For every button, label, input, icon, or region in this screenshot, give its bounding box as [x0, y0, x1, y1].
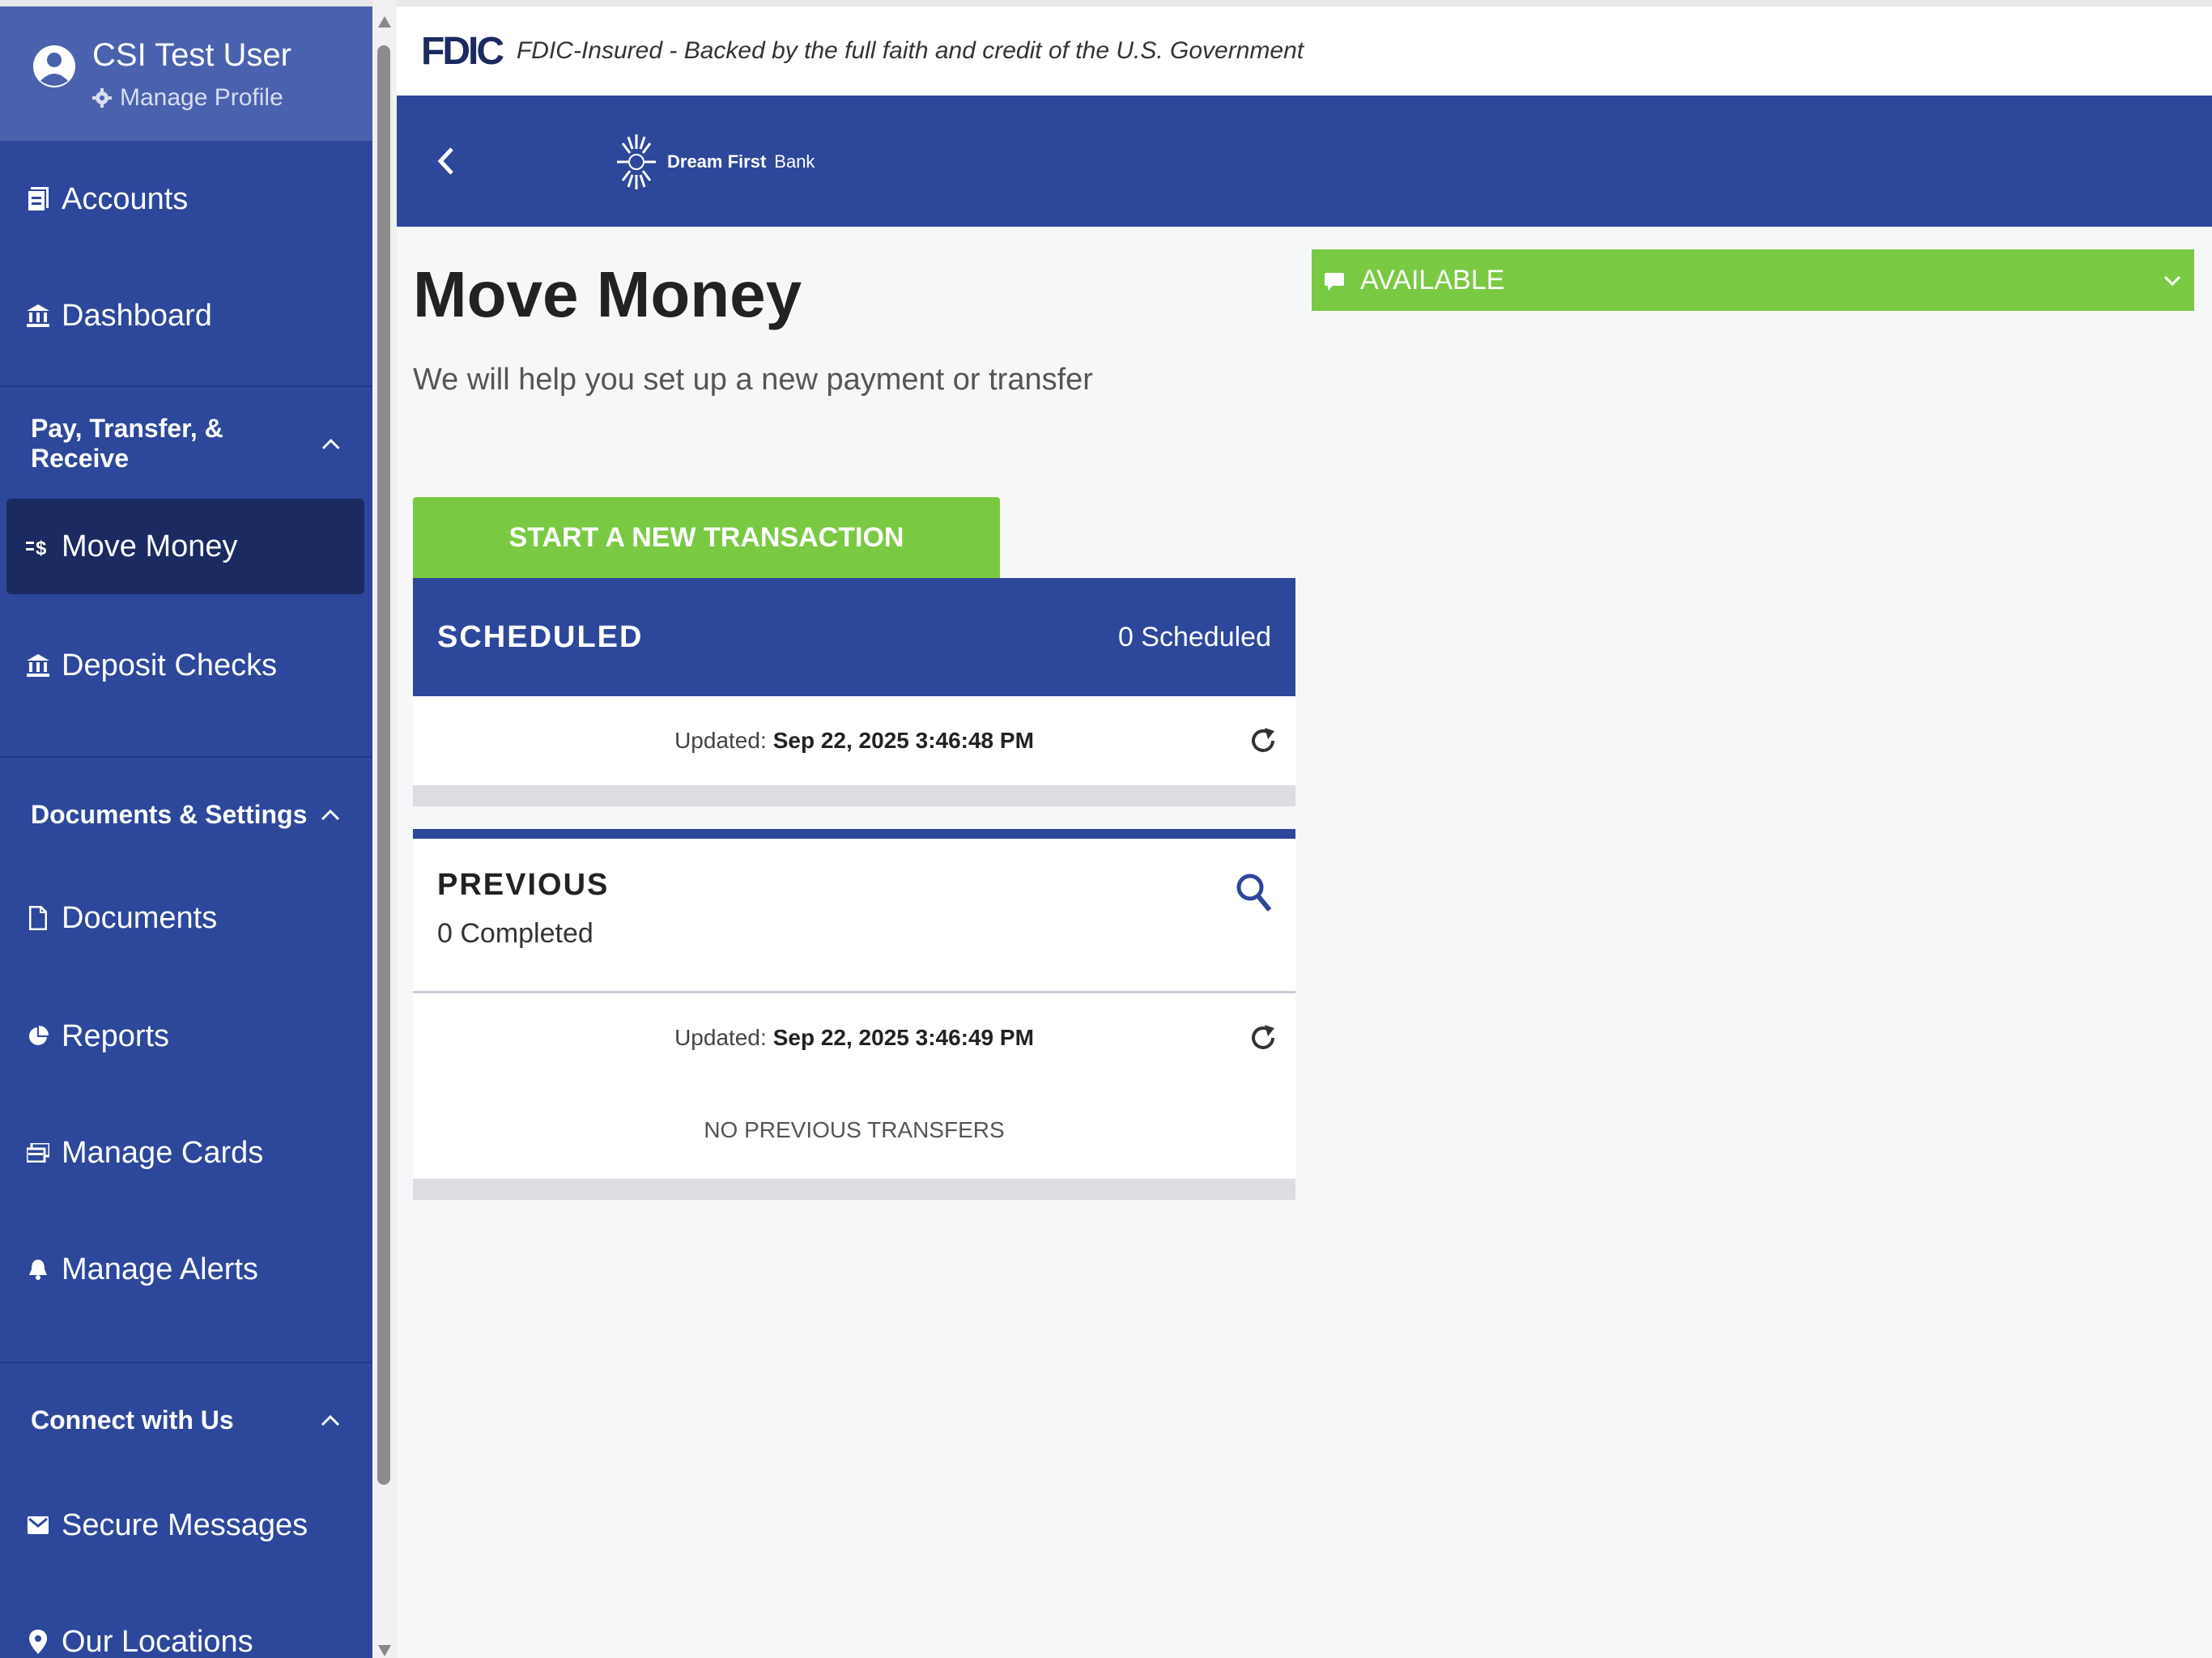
section-documents-settings[interactable]: Documents & Settings [0, 782, 372, 847]
bank-icon [26, 304, 50, 328]
sidebar-item-label: Move Money [62, 529, 238, 563]
sidebar-item-label: Manage Alerts [62, 1252, 258, 1286]
bank-header: Dream First Bank [397, 96, 2212, 227]
chevron-up-icon [321, 1414, 340, 1426]
envelope-icon [26, 1513, 50, 1537]
start-new-transaction-button[interactable]: START A NEW TRANSACTION [413, 497, 1000, 578]
user-name: CSI Test User [92, 37, 291, 73]
updated-time: Sep 22, 2025 3:46:49 PM [772, 1025, 1034, 1050]
sidebar-item-label: Documents [62, 900, 218, 935]
page-subtitle: We will help you set up a new payment or… [413, 363, 1093, 397]
available-label: AVAILABLE [1360, 264, 1505, 295]
previous-updated-row: Updated: Sep 22, 2025 3:46:49 PM [413, 1014, 1295, 1062]
fdic-banner: FDIC FDIC-Insured - Backed by the full f… [397, 0, 2212, 96]
scrollbar-thumb[interactable] [377, 45, 390, 1485]
sidebar-item-deposit-checks[interactable]: Deposit Checks [0, 627, 372, 704]
bank-name-suffix: Bank [774, 151, 815, 172]
fdic-logo: FDIC [421, 29, 504, 73]
sidebar-divider [0, 385, 372, 387]
gear-icon [92, 88, 112, 108]
map-pin-icon [26, 1630, 50, 1654]
profile-header[interactable]: CSI Test User Manage Profile [0, 0, 372, 141]
chevron-up-icon [321, 809, 340, 821]
section-label: Pay, Transfer, & Receive [31, 414, 223, 473]
previous-panel-footer [413, 1179, 1295, 1200]
sidebar-item-secure-messages[interactable]: Secure Messages [0, 1486, 372, 1564]
updated-label: Updated: [674, 1025, 767, 1050]
scheduled-updated-row: Updated: Sep 22, 2025 3:46:48 PM [413, 716, 1295, 765]
scheduled-header: SCHEDULED 0 Scheduled [413, 578, 1295, 696]
updated-label: Updated: [674, 728, 767, 753]
previous-count: 0 Completed [437, 918, 593, 949]
sidebar-item-label: Reports [62, 1018, 170, 1053]
refresh-icon[interactable] [1247, 721, 1279, 760]
fdic-text: FDIC-Insured - Backed by the full faith … [516, 37, 1304, 64]
sidebar: CSI Test User Manage Profile Accounts Da… [0, 0, 372, 1658]
cards-icon [26, 1141, 50, 1165]
sidebar-item-move-money[interactable]: $ Move Money [6, 499, 364, 594]
available-dropdown[interactable]: AVAILABLE [1312, 249, 2194, 311]
previous-panel: PREVIOUS 0 Completed Updated: Sep 22, 20… [413, 839, 1295, 1179]
previous-divider [413, 991, 1295, 993]
pie-chart-icon [26, 1024, 50, 1048]
sidebar-item-manage-cards[interactable]: Manage Cards [0, 1114, 372, 1192]
sidebar-item-dashboard[interactable]: Dashboard [0, 277, 372, 355]
bell-icon [26, 1257, 50, 1282]
back-chevron-icon[interactable] [431, 141, 463, 181]
sidebar-item-documents[interactable]: Documents [0, 879, 372, 957]
refresh-icon[interactable] [1247, 1018, 1279, 1057]
sidebar-item-label: Dashboard [62, 298, 212, 333]
sidebar-item-reports[interactable]: Reports [0, 997, 372, 1075]
sunburst-logo-icon [617, 134, 656, 189]
bank-logo[interactable]: Dream First Bank [614, 131, 815, 193]
manage-profile-label: Manage Profile [120, 84, 283, 111]
scroll-down-arrow-icon[interactable] [378, 1645, 391, 1656]
scheduled-panel: Updated: Sep 22, 2025 3:46:48 PM [413, 696, 1295, 785]
sidebar-item-accounts[interactable]: Accounts [0, 160, 372, 238]
scheduled-panel-footer [413, 785, 1295, 806]
scheduled-count: 0 Scheduled [1117, 621, 1271, 653]
sidebar-divider [0, 1362, 372, 1363]
sidebar-item-label: Secure Messages [62, 1507, 308, 1542]
svg-text:$: $ [36, 538, 47, 559]
previous-top-border [413, 829, 1295, 839]
sidebar-scrollbar[interactable] [372, 0, 397, 1658]
chevron-down-icon [2163, 275, 2181, 287]
previous-title: PREVIOUS [437, 868, 610, 902]
page-title: Move Money [413, 258, 802, 330]
section-label: Documents & Settings [31, 799, 308, 829]
document-icon [26, 906, 50, 930]
scroll-up-arrow-icon[interactable] [378, 16, 391, 28]
no-previous-transfers-text: NO PREVIOUS TRANSFERS [704, 1117, 1005, 1142]
chat-bubble-icon [1325, 273, 1344, 291]
scheduled-title: SCHEDULED [437, 619, 644, 654]
sidebar-item-our-locations[interactable]: Our Locations [0, 1603, 372, 1658]
bank-name: Dream First [667, 151, 767, 172]
sidebar-divider [0, 756, 372, 758]
sidebar-item-label: Accounts [62, 181, 189, 216]
chevron-up-icon [321, 439, 340, 449]
sidebar-item-label: Manage Cards [62, 1135, 264, 1170]
sidebar-item-label: Deposit Checks [62, 648, 278, 682]
bank-icon [26, 653, 50, 678]
manage-profile-link[interactable]: Manage Profile [92, 84, 283, 112]
sidebar-item-manage-alerts[interactable]: Manage Alerts [0, 1231, 372, 1308]
section-label: Connect with Us [31, 1405, 234, 1435]
section-pay-transfer-receive[interactable]: Pay, Transfer, & Receive [0, 411, 372, 476]
section-connect-with-us[interactable]: Connect with Us [0, 1388, 372, 1452]
search-icon[interactable] [1234, 871, 1273, 915]
transfer-dollar-icon: $ [26, 534, 50, 559]
updated-time: Sep 22, 2025 3:46:48 PM [772, 728, 1034, 753]
sidebar-item-label: Our Locations [62, 1624, 253, 1658]
user-avatar-icon [33, 45, 75, 87]
accounts-icon [26, 187, 50, 211]
